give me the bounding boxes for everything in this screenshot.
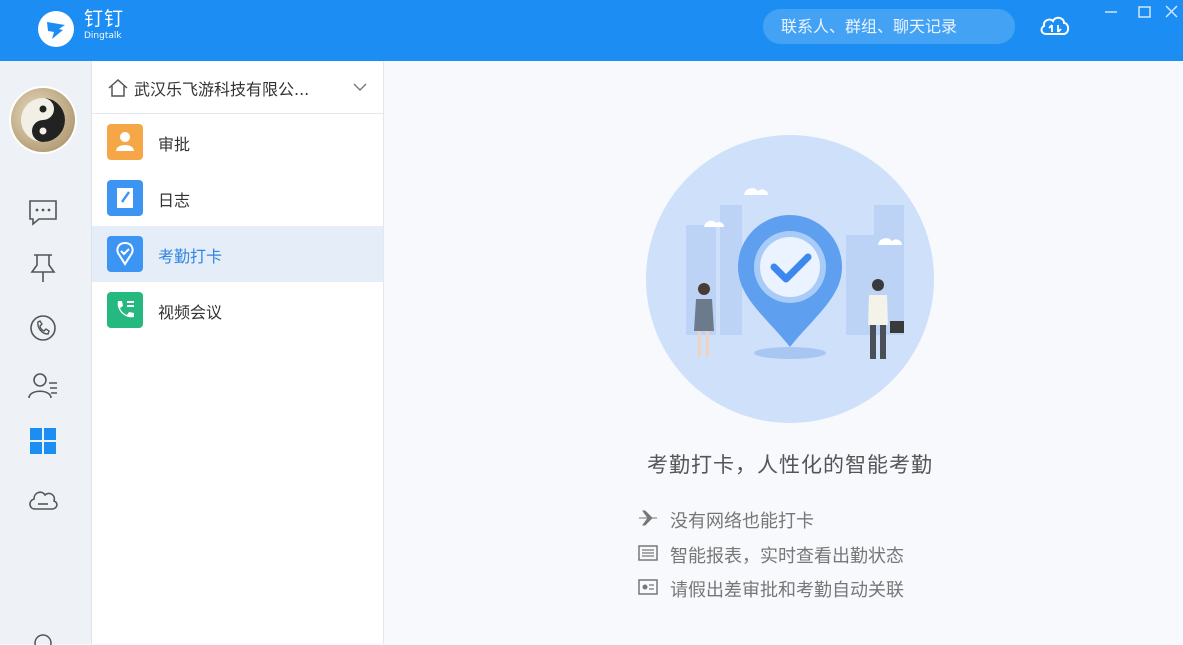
app-name-cn: 钉钉: [84, 8, 125, 30]
app-name-en: Dingtalk: [84, 31, 122, 41]
nav-messages[interactable]: [27, 196, 59, 228]
close-button[interactable]: [1160, 2, 1182, 22]
app-item-approval[interactable]: 审批: [92, 114, 383, 170]
feature-text: 请假出差审批和考勤自动关联: [670, 580, 904, 601]
nav-ding[interactable]: [27, 252, 59, 284]
app-item-video-meeting[interactable]: 视频会议: [92, 282, 383, 338]
workbench-grid-icon: [30, 428, 56, 454]
nav-contacts[interactable]: [27, 369, 59, 401]
report-icon: [638, 545, 658, 561]
home-icon: [108, 78, 128, 97]
attendance-headline: 考勤打卡，人性化的智能考勤: [647, 453, 933, 477]
left-nav: [0, 61, 92, 645]
app-item-attendance[interactable]: 考勤打卡: [92, 226, 383, 282]
dingtalk-logo-icon: [47, 22, 65, 39]
chat-icon: [29, 200, 57, 226]
minimize-button[interactable]: [1100, 2, 1122, 22]
attendance-icon: [107, 236, 143, 272]
phone-icon: [30, 315, 56, 341]
app-item-label: 视频会议: [158, 303, 223, 322]
app-item-label: 日志: [158, 191, 191, 210]
maximize-button[interactable]: [1133, 2, 1155, 22]
pin-icon: [30, 254, 56, 282]
app-item-log[interactable]: 日志: [92, 170, 383, 226]
cloud-drive-icon: [29, 491, 58, 510]
id-card-icon: [638, 579, 658, 595]
attendance-intro-panel: 考勤打卡，人性化的智能考勤 没有网络也能打卡 智能报表，实时查看出勤状态 请假出…: [384, 61, 1183, 644]
search-input[interactable]: [781, 9, 1001, 44]
yin-yang-avatar-image: [21, 98, 65, 142]
title-bar: 钉钉 Dingtalk: [0, 0, 1183, 61]
contacts-icon: [28, 373, 57, 399]
avatar[interactable]: [11, 88, 75, 152]
feature-text: 没有网络也能打卡: [670, 511, 814, 532]
app-name: 钉钉 Dingtalk: [84, 8, 124, 42]
nav-more[interactable]: [33, 633, 53, 645]
more-icon: [34, 634, 52, 645]
org-selector[interactable]: 武汉乐飞游科技有限公...: [92, 61, 383, 114]
org-name: 武汉乐飞游科技有限公...: [134, 80, 310, 99]
nav-cloud-drive[interactable]: [27, 483, 59, 515]
video-meeting-icon: [107, 292, 143, 328]
cloud-sync-button[interactable]: [1037, 10, 1073, 42]
airplane-icon: [639, 510, 657, 526]
chevron-down-icon: [353, 83, 367, 91]
approval-icon: [107, 124, 143, 160]
app-item-label: 考勤打卡: [158, 247, 223, 266]
app-item-label: 审批: [158, 135, 191, 154]
search-box[interactable]: [763, 9, 1015, 44]
log-icon: [107, 180, 143, 216]
attendance-illustration: [646, 135, 934, 423]
feature-text: 智能报表，实时查看出勤状态: [670, 546, 904, 567]
dingtalk-logo: [38, 11, 74, 47]
nav-workbench[interactable]: [27, 425, 59, 457]
maximize-icon: [1138, 6, 1151, 18]
minimize-icon: [1105, 11, 1117, 13]
workbench-app-list: 武汉乐飞游科技有限公... 审批 日志 考勤打卡 视频会议: [92, 61, 384, 644]
cloud-sync-icon: [1040, 16, 1070, 35]
close-icon: [1165, 5, 1178, 18]
nav-calls[interactable]: [27, 312, 59, 344]
